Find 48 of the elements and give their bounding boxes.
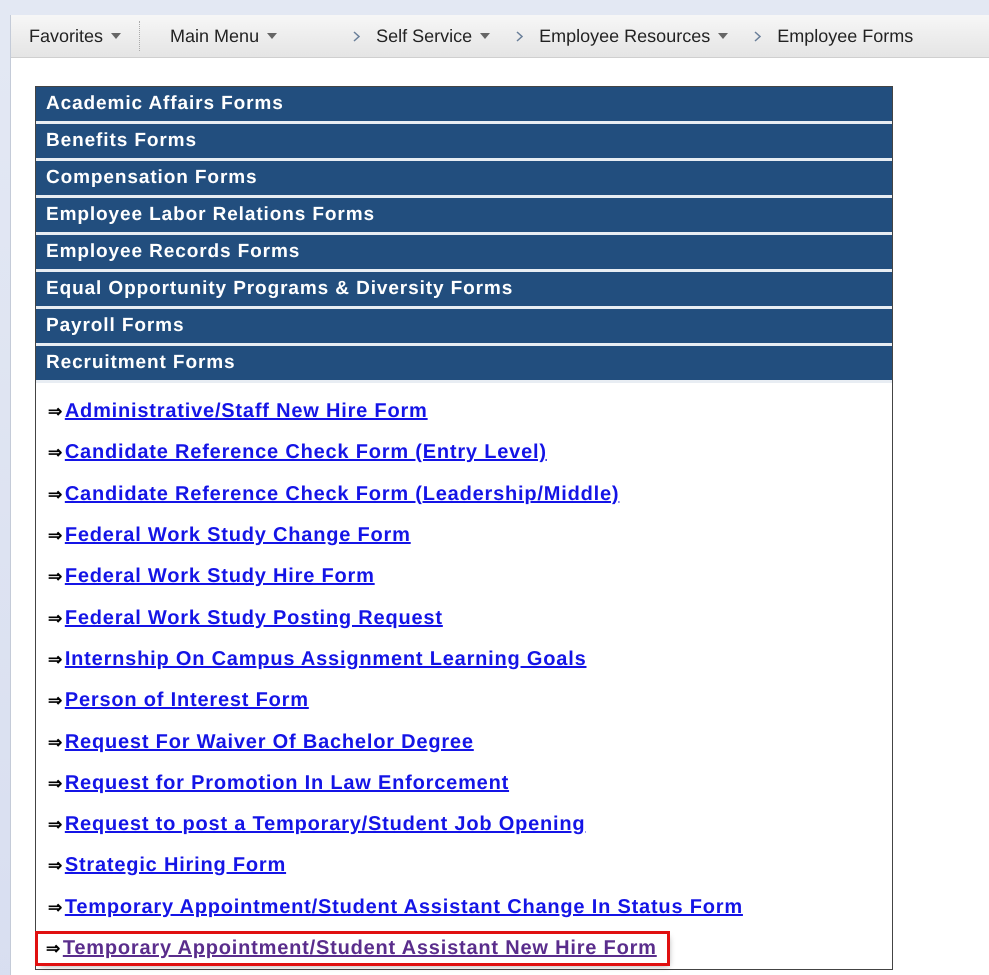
favorites-menu[interactable]: Favorites [29,26,104,46]
caret-icon[interactable] [718,33,728,39]
arrow-marker: ⇒ [48,484,63,505]
breadcrumb-link[interactable]: Main Menu [170,26,260,46]
section-header[interactable]: Compensation Forms [36,161,892,198]
section-header[interactable]: Payroll Forms [36,309,892,346]
form-link[interactable]: Federal Work Study Change Form [64,524,411,548]
form-link[interactable]: Strategic Hiring Form [64,854,286,878]
form-link[interactable]: Federal Work Study Posting Request [64,606,443,630]
arrow-marker: ⇒ [48,896,63,918]
form-link[interactable]: Candidate Reference Check Form (Entry Level) [64,441,547,464]
form-link[interactable]: Administrative/Staff New Hire Form [64,400,428,424]
chevron-icon [754,30,762,42]
arrow-marker: ⇒ [48,772,63,794]
form-link[interactable]: Temporary Appointment/Student Assistant Change In Status Form [64,896,743,919]
form-link[interactable]: Candidate Reference Check Form (Leadership/Middle) [64,482,620,506]
section-header[interactable]: Employee Labor Relations Forms [36,198,892,235]
arrow-marker: ⇒ [48,442,63,464]
breadcrumb-link[interactable]: Employee Forms [777,26,914,46]
section-header[interactable]: Benefits Forms [36,124,892,161]
form-link[interactable]: Internship On Campus Assignment Learning Goals [64,648,586,671]
arrow-marker: ⇒ [48,566,63,588]
arrow-marker: ⇒ [48,525,63,546]
form-link[interactable]: Temporary Appointment/Student Assistant New Hire Form [62,937,657,960]
caret-icon[interactable] [111,33,122,39]
arrow-marker: ⇒ [48,608,63,629]
arrow-marker: ⇒ [48,648,63,670]
chevron-icon [353,30,360,42]
arrow-marker: ⇒ [48,732,63,753]
chevron-icon [516,30,524,42]
arrow-marker: ⇒ [48,401,63,422]
breadcrumb-link[interactable]: Employee Resources [539,26,710,46]
caret-icon[interactable] [267,33,278,39]
arrow-marker: ⇒ [46,938,61,959]
form-link[interactable]: Request to post a Temporary/Student Job Opening [64,813,586,836]
section-header[interactable]: Employee Records Forms [36,235,892,272]
form-link[interactable]: Person of Interest Form [64,689,309,712]
arrow-marker: ⇒ [48,855,63,876]
form-link[interactable]: Request For Waiver Of Bachelor Degree [64,730,474,754]
breadcrumb-link[interactable]: Self Service [376,26,472,46]
caret-icon[interactable] [480,33,490,39]
section-header[interactable]: Academic Affairs Forms [36,87,892,124]
arrow-marker: ⇒ [48,814,63,836]
form-link[interactable]: Request for Promotion In Law Enforcement [64,772,510,795]
section-header[interactable]: Recruitment Forms [36,346,892,383]
arrow-marker: ⇒ [48,690,63,712]
form-link[interactable]: Federal Work Study Hire Form [64,565,375,588]
section-header[interactable]: Equal Opportunity Programs & Diversity Forms [36,272,892,309]
